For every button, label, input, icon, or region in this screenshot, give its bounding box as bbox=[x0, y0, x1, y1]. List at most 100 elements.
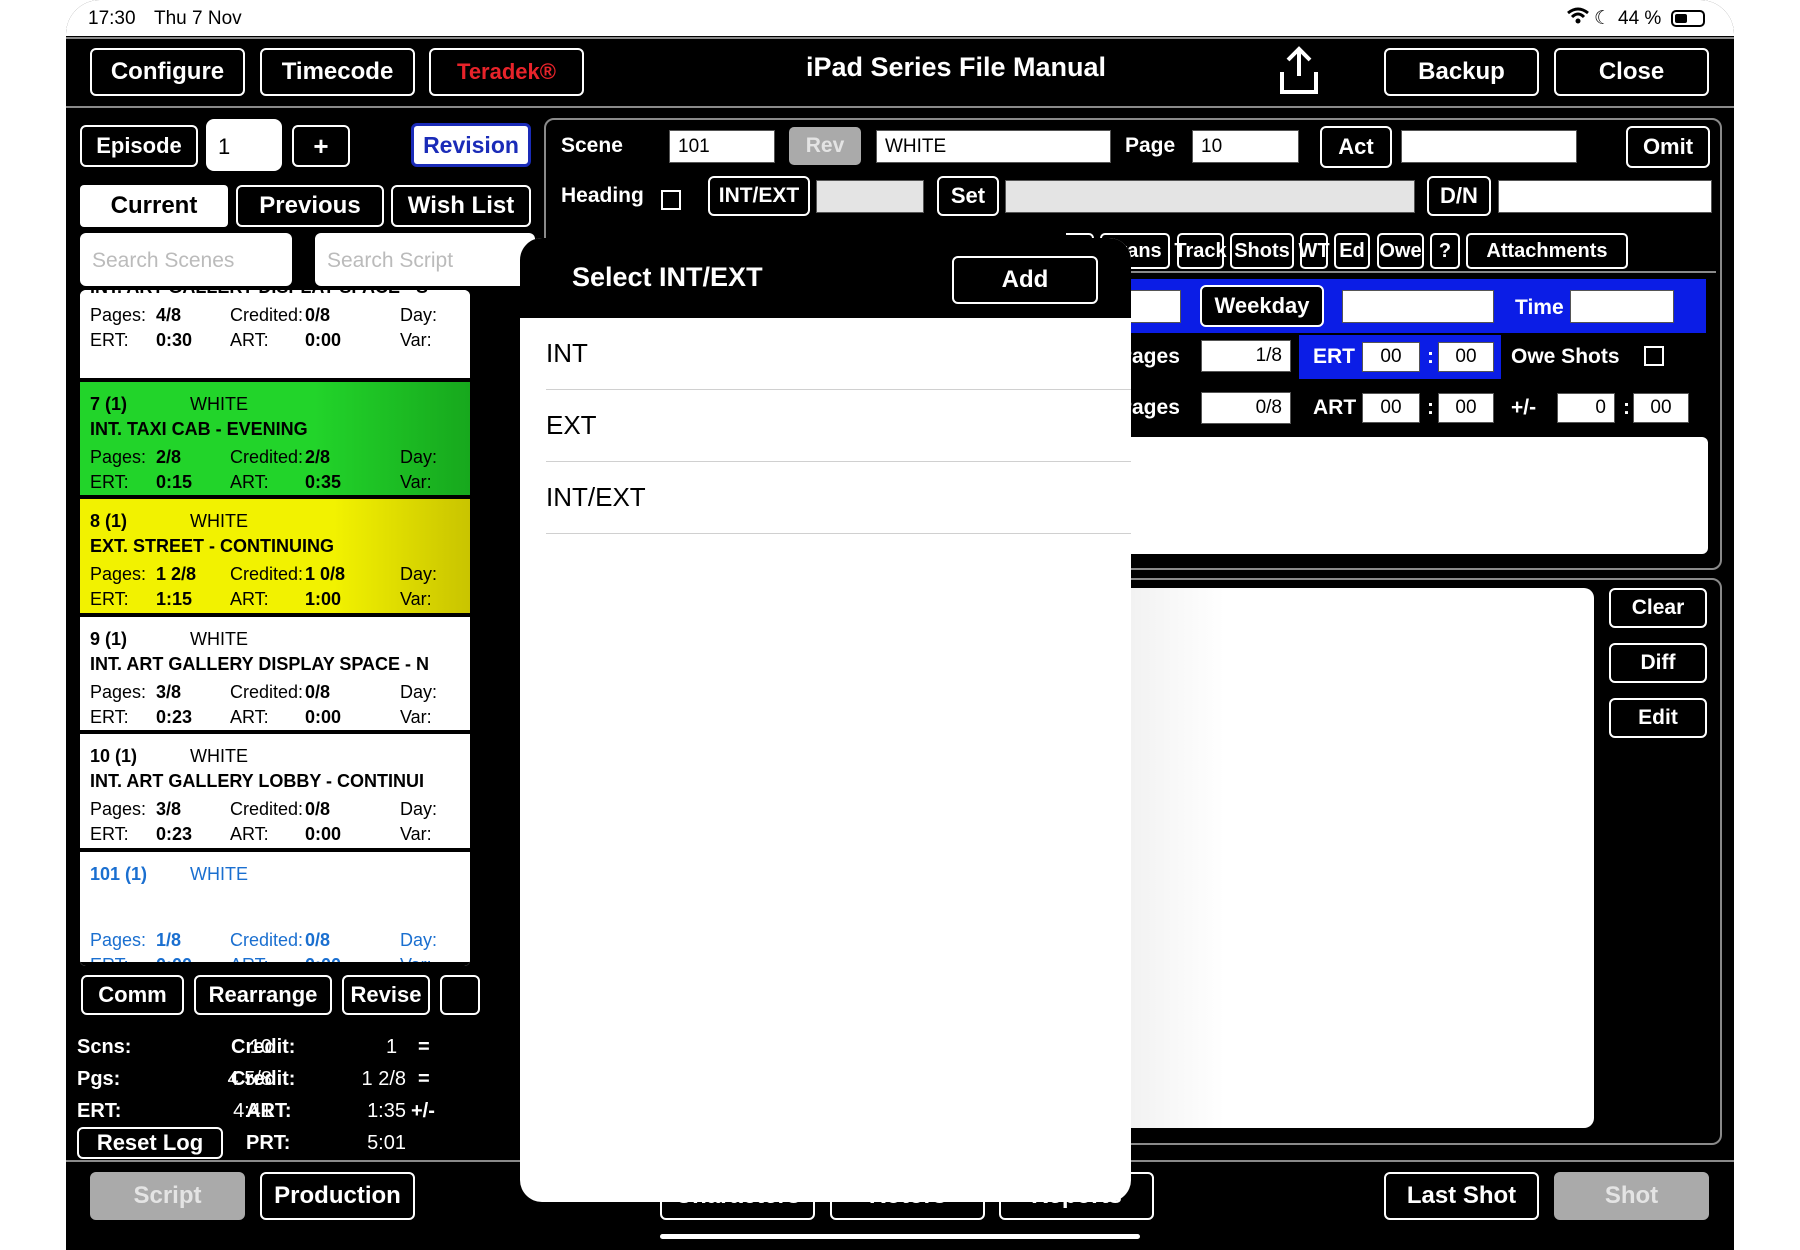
notes-textarea[interactable] bbox=[1066, 437, 1708, 554]
scene-number: 8 (1) bbox=[90, 511, 128, 531]
battery-percent: 44 % bbox=[1618, 8, 1662, 29]
dn-input[interactable] bbox=[1498, 180, 1712, 213]
scene-pages: 1 2/8 bbox=[156, 564, 197, 584]
detail-tab[interactable]: WT bbox=[1298, 233, 1330, 269]
popover-add-button[interactable]: Add bbox=[952, 256, 1098, 304]
scene-ert: 0:30 bbox=[156, 330, 193, 350]
weekday-button[interactable]: Weekday bbox=[1200, 285, 1324, 327]
pages-input-1[interactable]: 1/8 bbox=[1201, 340, 1291, 372]
timecode-button[interactable]: Timecode bbox=[260, 48, 415, 96]
comm-button[interactable]: Comm bbox=[81, 975, 184, 1015]
scene-art-label: ART: bbox=[230, 330, 269, 350]
pages-input-2[interactable]: 0/8 bbox=[1201, 392, 1291, 424]
scene-pages-label: Pages: bbox=[90, 447, 147, 467]
credit-label-1: Credit: bbox=[231, 1036, 296, 1058]
dn-button[interactable]: D/N bbox=[1427, 176, 1491, 216]
episode-input[interactable]: 1 bbox=[206, 119, 282, 171]
scene-day-label: Day: bbox=[400, 930, 438, 950]
detail-tab[interactable]: Ed bbox=[1334, 233, 1370, 269]
art-hours-input[interactable]: 00 bbox=[1362, 393, 1420, 423]
intext-option[interactable]: INT bbox=[546, 318, 1131, 390]
configure-button[interactable]: Configure bbox=[90, 48, 245, 96]
scene-art-label: ART: bbox=[230, 955, 269, 966]
credit-value-2: 1 2/8 bbox=[361, 1068, 406, 1090]
plus-minus-detail-label: +/- bbox=[1511, 396, 1537, 419]
share-icon[interactable] bbox=[1276, 46, 1322, 96]
owe-shots-label: Owe Shots bbox=[1511, 345, 1620, 368]
battery-icon bbox=[1671, 10, 1705, 27]
revise-button[interactable]: Revise bbox=[342, 975, 430, 1015]
diff-button[interactable]: Diff bbox=[1609, 643, 1707, 683]
reset-log-button[interactable]: Reset Log bbox=[77, 1127, 223, 1159]
intext-input[interactable] bbox=[816, 180, 924, 213]
close-button[interactable]: Close bbox=[1554, 48, 1709, 96]
status-bar: 17:30 Thu 7 Nov ☾ 44 % bbox=[66, 0, 1734, 36]
detail-tab[interactable]: Track bbox=[1174, 233, 1227, 269]
tab-previous[interactable]: Previous bbox=[236, 185, 384, 227]
last-shot-button[interactable]: Last Shot bbox=[1384, 1172, 1539, 1220]
set-input[interactable] bbox=[1005, 180, 1415, 213]
edit-button[interactable]: Edit bbox=[1609, 698, 1707, 738]
intext-button[interactable]: INT/EXT bbox=[708, 176, 810, 216]
scene-list: INT. ART GALLERY DISPLAY SPACE - S Pages:… bbox=[80, 290, 470, 966]
art-minutes-input[interactable]: 00 bbox=[1438, 393, 1494, 423]
scene-list-item[interactable]: 9 (1) WHITE INT. ART GALLERY DISPLAY SPACE… bbox=[80, 617, 470, 734]
script-text-area[interactable] bbox=[1066, 588, 1594, 1128]
tab-wish-list[interactable]: Wish List bbox=[391, 185, 531, 227]
owe-shots-checkbox[interactable] bbox=[1644, 346, 1664, 366]
act-button[interactable]: Act bbox=[1320, 126, 1392, 168]
page-input[interactable]: 10 bbox=[1192, 130, 1299, 163]
detail-tab[interactable]: Shots bbox=[1230, 233, 1294, 269]
script-tab-button[interactable]: Script bbox=[90, 1172, 245, 1220]
scene-pages: 4/8 bbox=[156, 305, 182, 325]
teradek-button[interactable]: Teradek® bbox=[429, 48, 584, 96]
revision-button[interactable]: Revision bbox=[411, 123, 531, 167]
plus-minus-hours-input[interactable]: 0 bbox=[1557, 393, 1615, 423]
detail-tab[interactable]: ? bbox=[1430, 233, 1460, 269]
detail-tab[interactable]: Attachments bbox=[1466, 233, 1628, 269]
search-script-input[interactable]: Search Script bbox=[315, 233, 535, 286]
weekday-input[interactable] bbox=[1342, 290, 1494, 323]
intext-option[interactable]: INT/EXT bbox=[546, 462, 1131, 534]
scene-var-label: Var: bbox=[400, 472, 432, 492]
header-border bbox=[66, 37, 1734, 39]
search-scenes-input[interactable]: Search Scenes bbox=[80, 233, 292, 286]
heading-checkbox[interactable] bbox=[661, 190, 681, 210]
equals-1: = bbox=[418, 1036, 430, 1058]
set-button[interactable]: Set bbox=[937, 176, 999, 216]
scene-credited: 0/8 bbox=[305, 305, 331, 325]
scene-credited: 0/8 bbox=[305, 799, 331, 819]
scene-number-input[interactable]: 101 bbox=[669, 130, 775, 163]
art-label: ART bbox=[1313, 396, 1357, 419]
tab-current[interactable]: Current bbox=[80, 185, 228, 227]
more-list-button[interactable] bbox=[440, 975, 480, 1015]
scene-credited-label: Credited: bbox=[230, 682, 304, 702]
scene-list-item[interactable]: INT. ART GALLERY DISPLAY SPACE - S Pages:… bbox=[80, 290, 470, 382]
plus-minus-minutes-input[interactable]: 00 bbox=[1633, 393, 1689, 423]
rev-button[interactable]: Rev bbox=[789, 127, 861, 165]
page-title: iPad Series File Manual bbox=[805, 52, 1107, 82]
omit-button[interactable]: Omit bbox=[1626, 126, 1710, 168]
scene-list-item[interactable]: 8 (1) WHITE EXT. STREET - CONTINUING Pages:… bbox=[80, 499, 470, 617]
intext-option[interactable]: EXT bbox=[546, 390, 1131, 462]
ert-minutes-input[interactable]: 00 bbox=[1438, 342, 1494, 372]
backup-button[interactable]: Backup bbox=[1384, 48, 1539, 96]
rev-color-input[interactable]: WHITE bbox=[876, 130, 1111, 163]
popover-header: Select INT/EXT Add bbox=[520, 238, 1131, 318]
production-tab-button[interactable]: Production bbox=[260, 1172, 415, 1220]
scns-label: Scns: bbox=[77, 1036, 132, 1058]
time-input[interactable] bbox=[1570, 290, 1674, 323]
scene-list-item[interactable]: 10 (1) WHITE INT. ART GALLERY LOBBY - CONT… bbox=[80, 734, 470, 852]
status-date: Thu 7 Nov bbox=[154, 8, 242, 29]
scene-list-item[interactable]: 7 (1) WHITE INT. TAXI CAB - EVENING Pages: 2… bbox=[80, 382, 470, 499]
ert-hours-input[interactable]: 00 bbox=[1362, 342, 1420, 372]
add-episode-button[interactable]: + bbox=[292, 125, 350, 167]
detail-tab[interactable]: Owe bbox=[1377, 233, 1424, 269]
shot-button[interactable]: Shot bbox=[1554, 1172, 1709, 1220]
act-input[interactable] bbox=[1401, 130, 1577, 163]
status-time: 17:30 bbox=[88, 8, 136, 29]
clear-button[interactable]: Clear bbox=[1609, 588, 1707, 628]
scene-list-item[interactable]: 101 (1) WHITE Pages: 1/8 Credited: 0/8 Day: ERT… bbox=[80, 852, 470, 966]
rearrange-button[interactable]: Rearrange bbox=[194, 975, 332, 1015]
scene-pages: 2/8 bbox=[156, 447, 182, 467]
